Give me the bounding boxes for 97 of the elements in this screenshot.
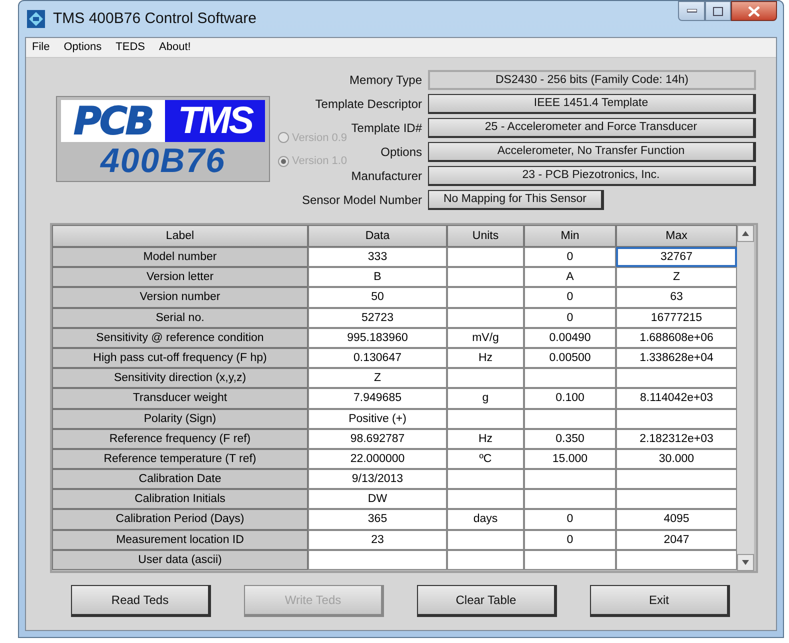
table-cell: 0	[524, 530, 616, 550]
app-icon	[27, 10, 45, 28]
table-cell: 52723	[308, 308, 447, 328]
table-cell: 2.182312e+03	[616, 428, 737, 449]
table-cell: 0	[524, 509, 616, 530]
close-button[interactable]	[731, 1, 777, 21]
table-cell: 0.00500	[524, 348, 616, 368]
table-cell: ºC	[447, 448, 524, 470]
table-cell: 7.949685	[308, 388, 447, 408]
row-label: User data (ascii)	[52, 550, 308, 570]
value-button[interactable]: Accelerometer, No Transfer Function	[428, 142, 756, 162]
row-label: Measurement location ID	[52, 530, 308, 550]
table-cell: Z	[308, 368, 447, 388]
table-cell: 23	[308, 530, 447, 550]
row-label: Calibration Period (Days)	[52, 509, 308, 530]
row-label: Transducer weight	[52, 388, 308, 408]
table-cell: 30.000	[616, 448, 737, 470]
maximize-icon	[713, 6, 723, 16]
menu-item[interactable]: File	[32, 39, 50, 56]
scrollbar[interactable]	[737, 225, 754, 571]
value-button[interactable]: 23 - PCB Piezotronics, Inc.	[428, 166, 756, 186]
table-cell: 8.114042e+03	[616, 388, 737, 408]
table-cell: Hz	[447, 348, 524, 368]
table-cell: 0.350	[524, 428, 616, 449]
table-cell: 0	[524, 308, 616, 328]
table-cell: Z	[616, 267, 737, 288]
table-cell: 0.130647	[308, 348, 447, 368]
field-label: Memory Type	[350, 72, 422, 88]
table-cell: 22.000000	[308, 448, 447, 470]
table-cell: Hz	[447, 428, 524, 449]
minimize-icon	[686, 9, 696, 13]
table-cell: 0.100	[524, 388, 616, 408]
minimize-button[interactable]	[678, 1, 705, 21]
value-button[interactable]: IEEE 1451.4 Template	[428, 94, 756, 114]
memory-type-display: DS2430 - 256 bits (Family Code: 14h)	[428, 70, 756, 90]
window-title: TMS 400B76 Control Software	[53, 8, 256, 29]
action-button[interactable]: Read Teds	[71, 585, 211, 617]
column-header: Data	[308, 225, 447, 247]
row-label: Calibration Initials	[52, 489, 308, 510]
row-label: Sensitivity @ reference condition	[52, 328, 308, 348]
field-label: Sensor Model Number	[302, 192, 422, 208]
row-label: Version letter	[52, 267, 308, 288]
table-cell: 98.692787	[308, 428, 447, 449]
table-cell: 50	[308, 287, 447, 308]
scroll-down-icon[interactable]	[737, 554, 754, 571]
table-cell: days	[447, 509, 524, 530]
row-label: Reference frequency (F ref)	[52, 428, 308, 449]
maximize-button[interactable]	[705, 1, 731, 21]
table-cell: 0	[524, 247, 616, 268]
table-cell: 0	[524, 287, 616, 308]
action-button[interactable]: Exit	[590, 585, 730, 617]
field-label: Options	[380, 144, 422, 160]
action-button[interactable]: Clear Table	[417, 585, 557, 617]
table-cell: 1.338628e+04	[616, 348, 737, 368]
table-cell: 365	[308, 509, 447, 530]
table-cell: DW	[308, 489, 447, 510]
menu-item[interactable]: Options	[64, 39, 102, 56]
table-cell: Positive (+)	[308, 408, 447, 429]
row-label: Serial no.	[52, 308, 308, 328]
logo-text: TMS	[165, 100, 265, 142]
table-cell: 333	[308, 247, 447, 268]
value-button[interactable]: 25 - Accelerometer and Force Transducer	[428, 118, 756, 138]
table-cell: 4095	[616, 509, 737, 530]
menu-item[interactable]: About!	[159, 39, 191, 56]
field-label: Template Descriptor	[315, 96, 422, 112]
field-label: Manufacturer	[351, 168, 422, 184]
menu-item[interactable]: TEDS	[116, 39, 145, 56]
table-cell: B	[308, 267, 447, 288]
table-cell: g	[447, 388, 524, 408]
row-label: Reference temperature (T ref)	[52, 448, 308, 470]
table-cell: 63	[616, 287, 737, 308]
table-cell: mV/g	[447, 328, 524, 348]
logo-text: PCB	[61, 100, 165, 142]
table-cell: 15.000	[524, 448, 616, 470]
row-label: High pass cut-off frequency (F hp)	[52, 348, 308, 368]
column-header: Max	[616, 225, 737, 247]
table-cell: 32767	[616, 247, 737, 268]
logo-text: 400B76	[100, 142, 226, 180]
table-cell: 1.688608e+06	[616, 328, 737, 348]
value-button[interactable]: No Mapping for This Sensor	[428, 190, 604, 210]
column-header: Min	[524, 225, 616, 247]
table-cell: 9/13/2013	[308, 469, 447, 490]
row-label: Sensitivity direction (x,y,z)	[52, 368, 308, 388]
column-header: Units	[447, 225, 524, 247]
row-label: Version number	[52, 287, 308, 308]
row-label: Calibration Date	[52, 469, 308, 490]
table-cell: A	[524, 267, 616, 288]
close-icon	[748, 6, 760, 16]
row-label: Model number	[52, 247, 308, 268]
table-cell: 0.00490	[524, 328, 616, 348]
table-cell: 2047	[616, 530, 737, 550]
field-label: Template ID#	[351, 120, 422, 136]
row-label: Polarity (Sign)	[52, 408, 308, 429]
table-cell: 16777215	[616, 308, 737, 328]
table-cell: 995.183960	[308, 328, 447, 348]
column-header: Label	[52, 225, 308, 247]
scroll-up-icon[interactable]	[737, 225, 754, 242]
